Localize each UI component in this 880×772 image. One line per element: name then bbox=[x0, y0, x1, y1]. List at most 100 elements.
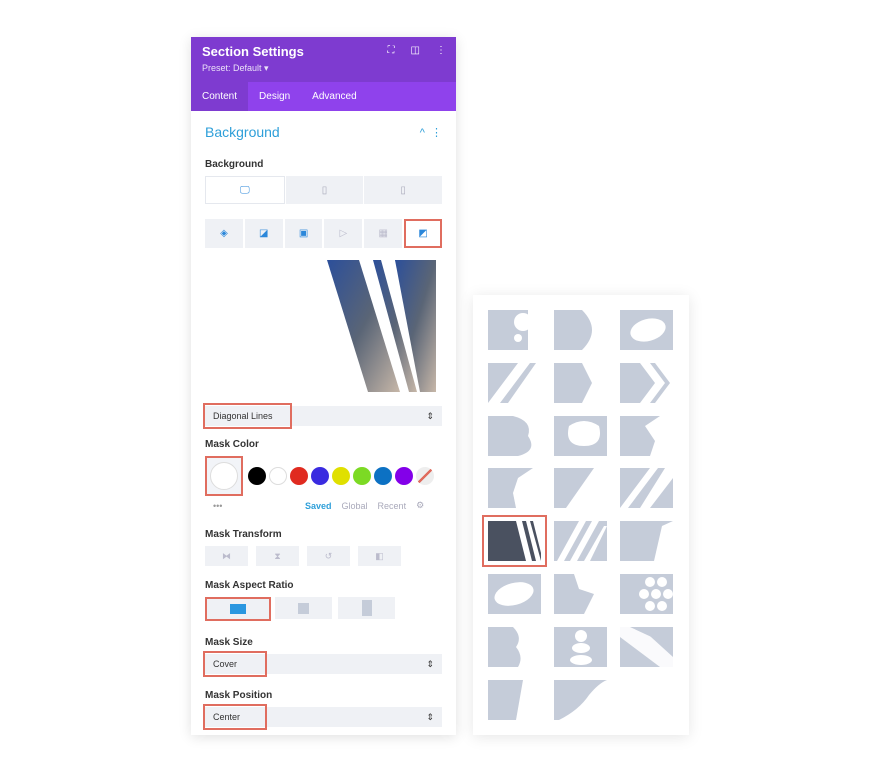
background-label: Background bbox=[205, 159, 264, 170]
mask-option-8[interactable] bbox=[554, 416, 607, 456]
select-arrows-icon: ⇕ bbox=[426, 711, 434, 722]
mask-option-5[interactable] bbox=[554, 363, 607, 403]
mask-transform-label: Mask Transform bbox=[205, 529, 282, 540]
aspect-landscape-button[interactable] bbox=[205, 597, 271, 621]
background-section-header[interactable]: Background ^ ⋮ bbox=[205, 111, 442, 153]
paint-bucket-icon: ◈ bbox=[220, 228, 228, 239]
rotate-icon: ↺ bbox=[324, 550, 333, 561]
gradient-icon: ◪ bbox=[259, 228, 269, 239]
flip-horizontal-button[interactable]: ⧓ bbox=[205, 546, 248, 566]
tablet-tab[interactable]: ▯ bbox=[285, 176, 364, 204]
mask-option-17[interactable] bbox=[554, 574, 607, 614]
desktop-tab[interactable]: 🖵 bbox=[205, 176, 285, 204]
recent-tab[interactable]: Recent bbox=[378, 501, 407, 511]
phone-tab[interactable]: ▯ bbox=[364, 176, 443, 204]
mask-style-select[interactable]: Diagonal Lines ⇕ bbox=[203, 403, 442, 429]
rotate-button[interactable]: ↺ bbox=[307, 546, 350, 566]
current-color-swatch bbox=[210, 462, 238, 490]
mask-option-22[interactable] bbox=[488, 680, 541, 720]
bg-gradient-button[interactable]: ◪ bbox=[244, 219, 283, 248]
settings-gear-icon[interactable]: ⚙ bbox=[416, 500, 424, 511]
landscape-icon bbox=[230, 604, 246, 614]
swatch-red[interactable] bbox=[290, 467, 308, 485]
fullscreen-icon[interactable]: ⛶ bbox=[388, 45, 395, 56]
mask-option-11[interactable] bbox=[554, 468, 607, 508]
invert-button[interactable]: ◧ bbox=[358, 546, 401, 566]
mask-option-6[interactable] bbox=[620, 363, 673, 403]
select-arrows-icon: ⇕ bbox=[426, 658, 434, 669]
mask-option-20[interactable] bbox=[554, 627, 607, 667]
bg-mask-button[interactable]: ◩ bbox=[404, 219, 442, 248]
mask-color-picker[interactable] bbox=[205, 456, 243, 496]
mask-option-21[interactable] bbox=[620, 627, 673, 667]
more-swatches-button[interactable]: ••• bbox=[213, 501, 305, 511]
mask-option-15[interactable] bbox=[620, 521, 673, 561]
swatch-black[interactable] bbox=[248, 467, 266, 485]
mask-option-16[interactable] bbox=[488, 574, 541, 614]
bg-color-button[interactable]: ◈ bbox=[205, 219, 243, 248]
mask-icon: ◩ bbox=[418, 228, 428, 239]
flip-horizontal-icon: ⧓ bbox=[222, 550, 231, 561]
saved-tab[interactable]: Saved bbox=[305, 501, 332, 511]
mask-preview bbox=[205, 260, 442, 392]
mask-option-4[interactable] bbox=[488, 363, 541, 403]
more-icon[interactable]: ⋮ bbox=[436, 45, 446, 56]
bg-pattern-button[interactable]: ▦ bbox=[364, 219, 403, 248]
swatch-purple[interactable] bbox=[395, 467, 413, 485]
video-icon: ▷ bbox=[339, 228, 348, 239]
mask-option-18[interactable] bbox=[620, 574, 673, 614]
section-settings-panel: Section Settings Preset: Default ▾ ⛶ ◫ ⋮… bbox=[191, 37, 456, 735]
split-view-icon[interactable]: ◫ bbox=[411, 45, 420, 56]
image-icon: ▣ bbox=[298, 228, 309, 239]
mask-size-label: Mask Size bbox=[205, 637, 253, 648]
mask-position-label: Mask Position bbox=[205, 690, 273, 701]
phone-icon: ▯ bbox=[400, 184, 406, 196]
aspect-portrait-button[interactable] bbox=[338, 597, 395, 619]
preset-dropdown[interactable]: Preset: Default ▾ bbox=[202, 63, 445, 74]
square-icon bbox=[298, 602, 309, 614]
mask-option-19[interactable] bbox=[488, 627, 541, 667]
flip-vertical-icon: ⧗ bbox=[274, 550, 281, 561]
aspect-square-button[interactable] bbox=[275, 597, 332, 619]
swatch-dark-blue[interactable] bbox=[374, 467, 392, 485]
bg-image-button[interactable]: ▣ bbox=[284, 219, 323, 248]
mask-aspect-label: Mask Aspect Ratio bbox=[205, 580, 294, 591]
swatch-green[interactable] bbox=[353, 467, 371, 485]
tablet-icon: ▯ bbox=[321, 184, 328, 196]
tab-advanced[interactable]: Advanced bbox=[301, 82, 367, 111]
mask-option-13[interactable] bbox=[482, 515, 547, 567]
mask-option-12[interactable] bbox=[620, 468, 673, 508]
flip-vertical-button[interactable]: ⧗ bbox=[256, 546, 299, 566]
tab-content[interactable]: Content bbox=[191, 82, 249, 111]
swatch-blue[interactable] bbox=[311, 467, 329, 485]
mask-size-select[interactable]: Cover ⇕ bbox=[203, 651, 442, 677]
mask-option-10[interactable] bbox=[488, 468, 541, 508]
panel-header: Section Settings Preset: Default ▾ ⛶ ◫ ⋮ bbox=[191, 37, 456, 82]
mask-option-23[interactable] bbox=[554, 680, 607, 720]
section-menu-icon[interactable]: ⋮ bbox=[431, 127, 442, 139]
mask-option-7[interactable] bbox=[488, 416, 541, 456]
mask-position-select[interactable]: Center ⇕ bbox=[203, 704, 442, 730]
pattern-icon: ▦ bbox=[378, 228, 388, 239]
mask-option-2[interactable] bbox=[554, 310, 607, 350]
collapse-icon[interactable]: ^ bbox=[420, 127, 425, 139]
desktop-icon: 🖵 bbox=[240, 184, 250, 196]
invert-icon: ◧ bbox=[375, 550, 384, 561]
bg-video-button[interactable]: ▷ bbox=[324, 219, 363, 248]
select-arrows-icon: ⇕ bbox=[426, 410, 434, 421]
swatch-yellow[interactable] bbox=[332, 467, 350, 485]
tab-bar: Content Design Advanced bbox=[191, 82, 456, 111]
mask-option-3[interactable] bbox=[620, 310, 673, 350]
global-tab[interactable]: Global bbox=[342, 501, 368, 511]
mask-library-panel bbox=[473, 295, 689, 735]
mask-option-14[interactable] bbox=[554, 521, 607, 561]
swatch-none[interactable] bbox=[416, 467, 434, 485]
mask-color-label: Mask Color bbox=[205, 439, 259, 450]
mask-option-9[interactable] bbox=[620, 416, 673, 456]
mask-preview-image bbox=[327, 260, 436, 392]
tab-design[interactable]: Design bbox=[248, 82, 301, 111]
swatch-white[interactable] bbox=[269, 467, 287, 485]
mask-option-1[interactable] bbox=[488, 310, 541, 350]
section-title: Background bbox=[205, 124, 280, 140]
portrait-icon bbox=[361, 600, 372, 616]
